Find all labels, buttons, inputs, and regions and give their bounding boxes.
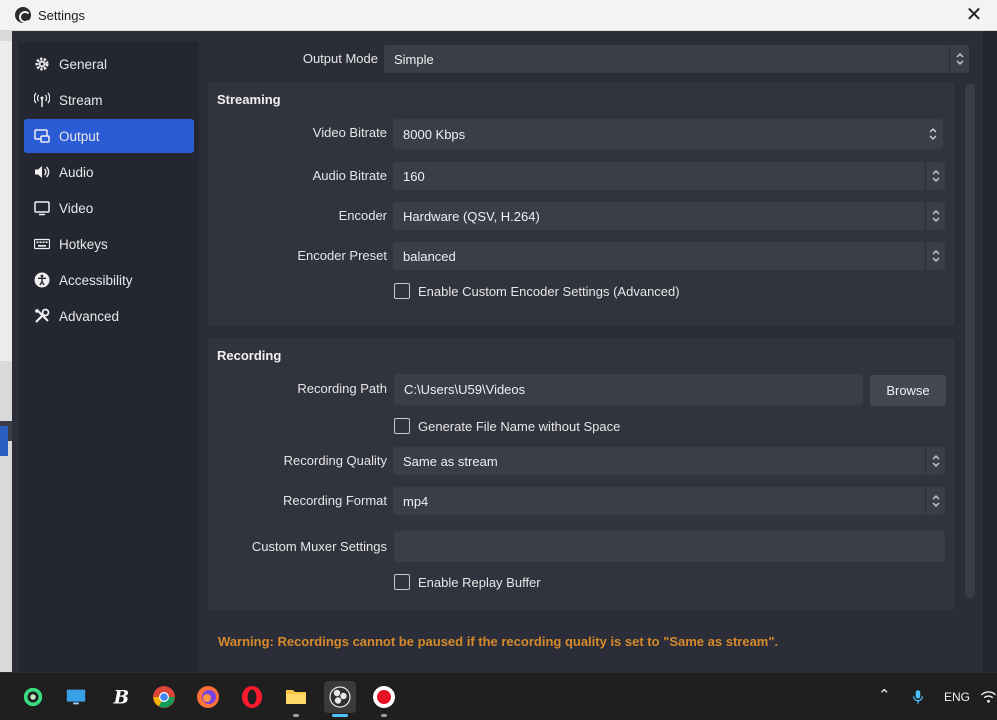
antenna-icon xyxy=(33,91,51,109)
recording-format-label: Recording Format xyxy=(282,493,387,508)
no-space-filename-checkbox[interactable]: Generate File Name without Space xyxy=(394,418,620,434)
streaming-title: Streaming xyxy=(217,92,281,107)
sidebar-item-label: Video xyxy=(59,200,94,216)
opera-icon[interactable] xyxy=(236,681,268,713)
recording-format-select[interactable]: mp4 xyxy=(393,487,945,515)
scrollbar[interactable] xyxy=(965,84,975,598)
spinbox-arrows-icon[interactable] xyxy=(923,119,943,149)
speaker-icon xyxy=(33,163,51,181)
updown-arrows-icon xyxy=(925,487,945,515)
updown-arrows-icon xyxy=(925,447,945,475)
recording-path-input[interactable]: C:\Users\U59\Videos xyxy=(394,374,863,405)
output-mode-select[interactable]: Simple xyxy=(384,45,969,73)
android-studio-icon[interactable] xyxy=(17,681,49,713)
recording-title: Recording xyxy=(217,348,282,363)
microphone-icon[interactable] xyxy=(902,681,934,713)
keyboard-icon xyxy=(33,235,51,253)
firefox-icon[interactable] xyxy=(192,681,224,713)
record-icon[interactable] xyxy=(368,681,400,717)
taskbar: B ⌃ ENG xyxy=(0,672,997,720)
updown-arrows-icon xyxy=(925,202,945,230)
custom-encoder-checkbox[interactable]: Enable Custom Encoder Settings (Advanced… xyxy=(394,283,680,299)
file-explorer-icon[interactable] xyxy=(280,681,312,717)
settings-sidebar: General Stream Output Audio Video Hotkey… xyxy=(19,42,199,672)
video-bitrate-label: Video Bitrate xyxy=(312,125,387,140)
checkbox-box[interactable] xyxy=(394,283,410,299)
output-mode-label: Output Mode xyxy=(302,51,378,66)
desktop-icon[interactable] xyxy=(60,681,92,713)
sidebar-item-label: Hotkeys xyxy=(59,236,108,252)
recording-quality-label: Recording Quality xyxy=(283,453,387,468)
tools-icon xyxy=(33,307,51,325)
title-bar: Settings ✕ xyxy=(0,0,997,31)
recording-path-label: Recording Path xyxy=(297,381,387,396)
sidebar-item-output[interactable]: Output xyxy=(24,119,194,153)
b-app-icon[interactable]: B xyxy=(104,681,136,713)
sidebar-item-advanced[interactable]: Advanced xyxy=(24,299,194,333)
output-settings-panel: Output Mode Simple Streaming Video Bitra… xyxy=(199,31,983,672)
custom-muxer-label: Custom Muxer Settings xyxy=(251,539,387,554)
chevron-up-icon[interactable]: ⌃ xyxy=(878,686,891,704)
sidebar-item-general[interactable]: General xyxy=(24,47,194,81)
svg-text:B: B xyxy=(113,687,129,708)
wifi-icon[interactable] xyxy=(980,681,997,713)
sidebar-item-hotkeys[interactable]: Hotkeys xyxy=(24,227,194,261)
obs-app-icon xyxy=(15,7,31,23)
updown-arrows-icon xyxy=(949,45,969,73)
window-title: Settings xyxy=(38,8,85,23)
encoder-preset-label: Encoder Preset xyxy=(297,248,387,263)
sidebar-item-stream[interactable]: Stream xyxy=(24,83,194,117)
chrome-icon[interactable] xyxy=(148,681,180,713)
sidebar-item-label: Stream xyxy=(59,92,103,108)
language-indicator[interactable]: ENG xyxy=(944,690,970,704)
audio-bitrate-select[interactable]: 160 xyxy=(393,162,945,190)
replay-buffer-checkbox[interactable]: Enable Replay Buffer xyxy=(394,574,541,590)
sidebar-item-audio[interactable]: Audio xyxy=(24,155,194,189)
custom-muxer-input[interactable] xyxy=(394,531,945,562)
monitor-icon xyxy=(33,199,51,217)
updown-arrows-icon xyxy=(925,242,945,270)
sidebar-item-accessibility[interactable]: Accessibility xyxy=(24,263,194,297)
sidebar-item-label: Advanced xyxy=(59,308,120,324)
accessibility-icon xyxy=(33,271,51,289)
checkbox-box[interactable] xyxy=(394,418,410,434)
audio-bitrate-label: Audio Bitrate xyxy=(312,168,387,183)
sidebar-item-label: Accessibility xyxy=(59,272,133,288)
recording-quality-select[interactable]: Same as stream xyxy=(393,447,945,475)
updown-arrows-icon xyxy=(925,162,945,190)
obs-icon[interactable] xyxy=(324,681,356,717)
encoder-select[interactable]: Hardware (QSV, H.264) xyxy=(393,202,945,230)
checkbox-box[interactable] xyxy=(394,574,410,590)
encoder-label: Encoder xyxy=(338,208,387,223)
warning-message: Warning: Recordings cannot be paused if … xyxy=(218,634,779,649)
encoder-preset-select[interactable]: balanced xyxy=(393,242,945,270)
background-window-right xyxy=(983,31,997,672)
video-bitrate-spinbox[interactable]: 8000 Kbps xyxy=(393,119,943,149)
gear-icon xyxy=(33,55,51,73)
background-window-left xyxy=(0,31,12,672)
browse-button[interactable]: Browse xyxy=(870,375,946,406)
close-icon[interactable]: ✕ xyxy=(961,3,987,27)
output-icon xyxy=(33,127,51,145)
sidebar-item-label: Audio xyxy=(59,164,94,180)
sidebar-item-label: Output xyxy=(59,128,100,144)
sidebar-item-label: General xyxy=(59,56,108,72)
sidebar-item-video[interactable]: Video xyxy=(24,191,194,225)
